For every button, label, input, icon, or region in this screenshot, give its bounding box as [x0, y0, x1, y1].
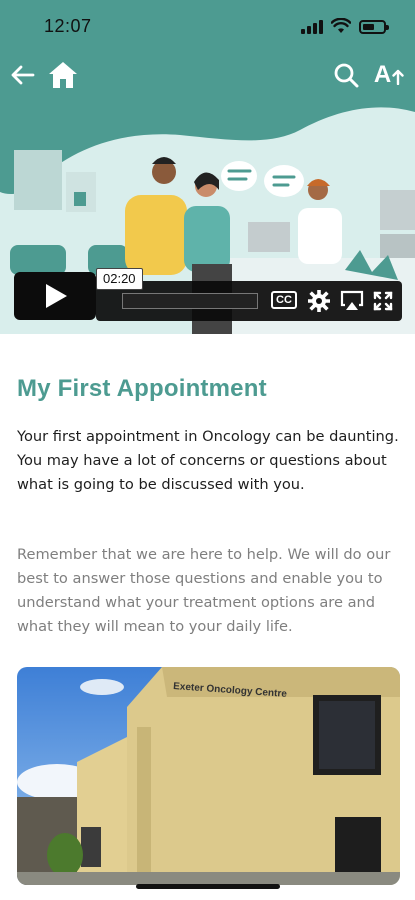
- closed-captions-icon: CC: [271, 291, 297, 309]
- page-title: My First Appointment: [17, 375, 267, 402]
- play-icon: [46, 284, 67, 308]
- play-button[interactable]: [14, 272, 96, 320]
- home-indicator: [136, 884, 280, 889]
- text-size-label: A: [373, 61, 392, 88]
- closed-captions-button[interactable]: CC: [270, 290, 298, 310]
- search-icon: [334, 63, 359, 88]
- video-player[interactable]: 02:20 CC: [0, 100, 415, 334]
- arrow-left-icon: [11, 65, 35, 85]
- status-bar: 12:07: [0, 0, 415, 52]
- video-controls: 02:20 CC: [0, 100, 415, 334]
- video-progress-bar[interactable]: [122, 293, 258, 309]
- status-time: 12:07: [44, 16, 92, 36]
- gear-icon: [308, 290, 330, 312]
- airplay-button[interactable]: [340, 290, 364, 312]
- intro-paragraph: Your first appointment in Oncology can b…: [17, 428, 399, 493]
- video-timestamp: 02:20: [96, 268, 143, 290]
- text-size-button[interactable]: A: [370, 58, 408, 92]
- cellular-signal-icon: [301, 20, 325, 34]
- battery-icon: [359, 20, 389, 34]
- fullscreen-button[interactable]: [372, 290, 394, 312]
- reassurance-paragraph: Remember that we are here to help. We wi…: [17, 546, 391, 635]
- fullscreen-icon: [373, 291, 393, 311]
- oncology-centre-photo: Exeter Oncology Centre: [17, 667, 400, 885]
- settings-button[interactable]: [308, 290, 330, 312]
- wifi-icon: [331, 18, 351, 33]
- text-size-icon: A: [374, 63, 404, 87]
- airplay-icon: [340, 290, 364, 310]
- home-icon: [49, 62, 77, 88]
- search-button[interactable]: [330, 58, 362, 92]
- home-button[interactable]: [46, 58, 80, 92]
- back-button[interactable]: [6, 58, 38, 92]
